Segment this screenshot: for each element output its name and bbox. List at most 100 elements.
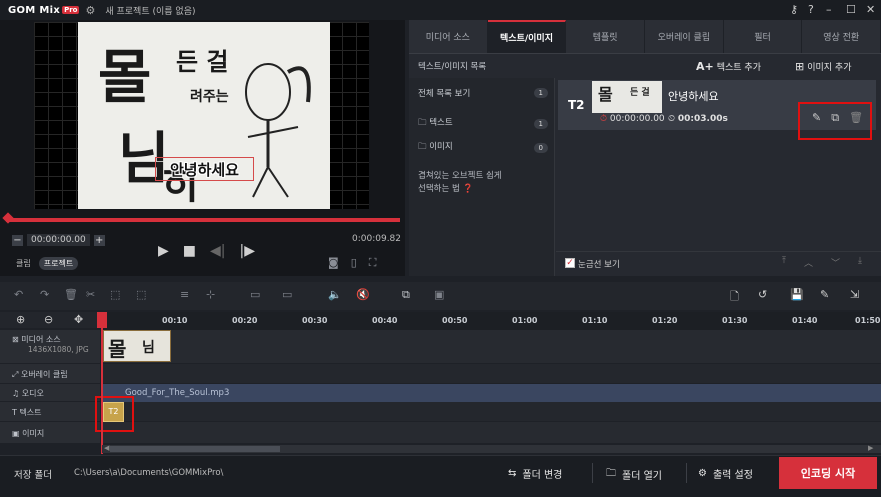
track-overlay[interactable] [102, 364, 881, 384]
track-image[interactable] [102, 422, 881, 444]
play-icon[interactable]: ▶ [158, 243, 169, 259]
tab-filter[interactable]: 필터 [724, 20, 803, 53]
key-icon[interactable]: ⚷ [790, 3, 798, 16]
stop-icon[interactable]: ■ [183, 243, 196, 259]
folder-icon: 🗀 [418, 142, 427, 152]
move-bottom-icon[interactable]: ⤓ [858, 256, 862, 269]
sidebar-item-all[interactable]: 전체 목록 보기 1 [418, 87, 548, 99]
open-folder-button[interactable]: 🗀 폴더 열기 [606, 466, 662, 483]
help-icon[interactable]: ? [808, 3, 814, 16]
tab-template[interactable]: 템플릿 [566, 20, 646, 53]
split-screen-icon[interactable]: ▯ [351, 256, 357, 270]
duration-value: 00:03.00s [677, 114, 728, 124]
ratio-icon[interactable]: ▭ [250, 288, 260, 301]
clip-calligraphy: 몰 [108, 337, 127, 361]
track-label-text: 오디오 [21, 389, 44, 398]
save-path[interactable]: C:\Users\a\Documents\GOMMixPro\ [74, 468, 223, 478]
add-image-button[interactable]: ⊞ 이미지 추가 [795, 60, 851, 73]
timeline-scroll-thumb[interactable] [110, 446, 280, 452]
maximize-icon[interactable]: ☐ [846, 3, 856, 16]
audio-clip[interactable]: Good_For_The_Soul.mp3 [103, 384, 881, 402]
tab-project[interactable]: 프로젝트 [38, 257, 79, 270]
track-text[interactable] [102, 402, 881, 422]
transform-icon[interactable]: ⊹ [206, 288, 215, 301]
screen-capture-icon[interactable]: ⧉ [402, 288, 410, 302]
add-image-label: 이미지 추가 [807, 63, 852, 73]
trim-icon[interactable]: ⬚ [136, 288, 146, 301]
change-folder-label: 폴더 변경 [522, 470, 563, 481]
item-type-badge: T2 [568, 98, 585, 112]
sidebar-item-text[interactable]: 🗀 텍스트 1 [418, 116, 548, 131]
sidebar-item-image[interactable]: 🗀 이미지 0 [418, 140, 548, 155]
folder-icon: 🗀 [606, 468, 616, 479]
crop-icon[interactable]: ⬚ [110, 288, 120, 301]
undo-icon[interactable]: ↶ [14, 288, 23, 301]
media-clip[interactable]: 몰 님 [103, 330, 171, 362]
zoom-in-icon[interactable]: ⊕ [16, 313, 25, 326]
preview-text-overlay[interactable]: 안녕하세요 [155, 157, 254, 181]
tab-media-source[interactable]: 미디어 소스 [409, 20, 488, 53]
app-logo: GOM Mix [8, 4, 61, 16]
save-icon[interactable]: 💾 [790, 288, 804, 301]
gear-icon[interactable]: ⚙ [85, 4, 95, 17]
gridline-checkbox[interactable]: ✓ [565, 258, 575, 268]
calligraphy-char: 려주는 [190, 89, 229, 105]
minimize-icon[interactable]: – [826, 3, 832, 16]
tip-link[interactable]: 겹쳐있는 오브젝트 쉽게 선택하는 법 ❓ [418, 170, 502, 196]
camera-icon[interactable]: ◙ [328, 256, 339, 270]
track-media[interactable] [102, 330, 881, 364]
playback-controls: ▶ ■ ◀| |▶ [158, 243, 255, 259]
seek-bar[interactable] [6, 218, 400, 222]
export-icon[interactable]: ⇲ [850, 288, 859, 301]
open-folder-label: 폴더 열기 [622, 471, 662, 482]
output-settings-button[interactable]: ⚙ 출력 설정 [698, 466, 753, 481]
fullscreen-icon[interactable]: ⛶ [369, 256, 377, 270]
ruler-tick: 00:40 [372, 316, 398, 325]
next-frame-icon[interactable]: |▶ [240, 243, 255, 259]
text-t-icon: T [12, 408, 17, 417]
volume-icon[interactable]: 🔈 [328, 288, 342, 301]
encode-start-button[interactable]: 인코딩 시작 [779, 457, 877, 489]
image-icon: ▣ [12, 429, 20, 438]
mute-icon[interactable]: 🔇 [356, 288, 370, 301]
add-text-button[interactable]: A+ 텍스트 추가 [696, 60, 761, 73]
ruler-tick: 01:10 [582, 316, 608, 325]
close-icon[interactable]: ✕ [866, 3, 875, 16]
tab-transition[interactable]: 영상 전환 [802, 20, 881, 53]
new-project-icon[interactable]: 🗋 [730, 288, 739, 307]
playhead-handle[interactable] [97, 312, 107, 328]
tab-overlay-clip[interactable]: 오버레이 클립 [645, 20, 724, 53]
pro-badge: Pro [62, 6, 80, 14]
adjust-icon[interactable]: ≡ [180, 288, 189, 301]
time-ruler[interactable] [102, 312, 881, 332]
delete-icon[interactable]: 🗑 [64, 288, 78, 301]
subtitle-icon[interactable]: ▭ [282, 288, 292, 301]
tab-text-image[interactable]: 텍스트/이미지 [487, 20, 567, 53]
media-icon: ⊠ [12, 335, 19, 344]
scroll-right-icon[interactable]: ▶ [868, 444, 873, 452]
move-down-icon[interactable]: ﹀ [831, 256, 840, 269]
redo-icon[interactable]: ↷ [40, 288, 49, 301]
tab-clip[interactable]: 클립 [16, 258, 31, 269]
zoom-out-icon[interactable]: ⊖ [44, 313, 53, 326]
cut-icon[interactable]: ✂ [86, 288, 95, 301]
count-badge: 0 [533, 142, 548, 153]
fit-icon[interactable]: ✥ [74, 313, 83, 326]
ruler-tick: 01:40 [792, 316, 818, 325]
move-up-icon[interactable]: ︿ [804, 256, 813, 269]
change-folder-button[interactable]: ⇆ 폴더 변경 [508, 466, 562, 481]
item-duration: ⏲ 00:03.00s [668, 114, 728, 124]
ruler-tick: 01:20 [652, 316, 678, 325]
timecode-minus-button[interactable]: − [12, 234, 23, 246]
open-project-icon[interactable]: ↺ [758, 288, 767, 301]
timecode-input[interactable]: 00:00:00.00 [27, 234, 90, 246]
timecode-plus-button[interactable]: + [93, 234, 105, 246]
snapshot-icon[interactable]: ▣ [434, 288, 444, 301]
prev-frame-icon[interactable]: ◀| [210, 243, 225, 259]
ruler-tick: 00:50 [442, 316, 468, 325]
track-label-media: ⊠ 미디어 소스 1436X1080, JPG [0, 330, 100, 364]
save-as-icon[interactable]: ✎ [820, 288, 829, 301]
move-top-icon[interactable]: ⤒ [782, 256, 786, 269]
add-text-icon: A+ [696, 60, 714, 73]
scroll-left-icon[interactable]: ◀ [104, 444, 109, 452]
